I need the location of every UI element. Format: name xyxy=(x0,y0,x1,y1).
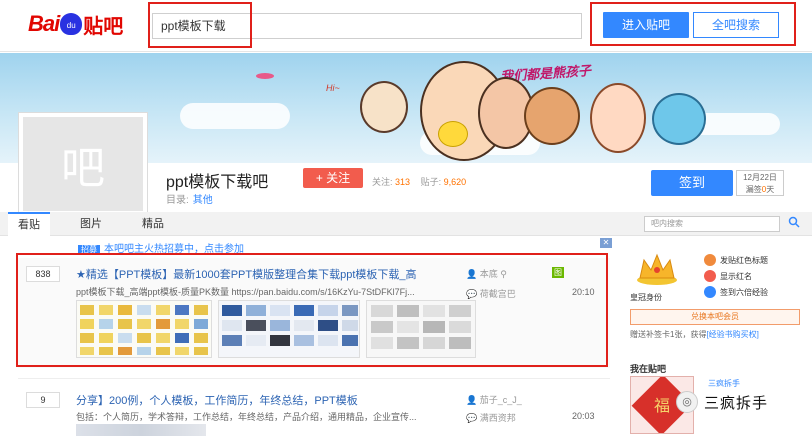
banner-speech: Hi~ xyxy=(326,83,340,93)
thread-time: 20:03 xyxy=(572,411,595,421)
follow-count: 313 xyxy=(395,177,411,187)
baidu-tieba-logo[interactable]: Bai du 贴吧 xyxy=(28,10,123,38)
ufo-icon xyxy=(256,73,274,79)
forum-catalog: 目录: 其他 xyxy=(166,191,213,206)
sign-streak-prefix: 漏签 xyxy=(745,185,762,194)
forum-stats: 关注: 313 贴子: 9,620 xyxy=(372,175,474,188)
gift-line: 赠送补签卡1张，获得[经验书购买权] xyxy=(630,329,759,340)
perk-icon xyxy=(704,270,716,282)
watermark: ◎ 三疯拆手 xyxy=(676,387,806,417)
catalog-label: 目录: xyxy=(166,195,189,206)
duck-toy xyxy=(438,121,468,147)
author-icon: 👤 xyxy=(466,395,478,405)
paw-icon: du xyxy=(60,13,83,35)
posts-count-label: 贴子: xyxy=(420,177,442,187)
my-tieba-title: 我在贴吧 xyxy=(630,364,667,374)
last-reply-name: 满西资邦 xyxy=(479,413,516,423)
tab-images[interactable]: 图片 xyxy=(70,212,112,236)
perk-icon xyxy=(704,286,716,298)
close-icon[interactable]: ✕ xyxy=(600,238,612,248)
last-reply[interactable]: 💬 满西资邦 xyxy=(466,411,516,424)
blurred-thumbnail xyxy=(76,424,206,436)
crown-icon xyxy=(637,253,677,285)
logo-bai: Bai xyxy=(28,11,60,36)
sign-in-button[interactable]: 签到 xyxy=(651,170,733,196)
gift-link[interactable]: [经验书购买权] xyxy=(706,330,758,339)
forum-avatar[interactable]: 吧 xyxy=(18,112,148,216)
sign-date: 12月22日 xyxy=(743,173,777,182)
perk-item: 显示红名 xyxy=(704,270,752,282)
sign-streak: 漏签0天 xyxy=(737,184,783,196)
cartoon-character xyxy=(652,93,706,145)
thread-title[interactable]: 分享】200例，个人模板，工作简历，年终总结，PPT模板 xyxy=(76,392,456,408)
follow-button[interactable]: + 关注 xyxy=(303,168,363,188)
search-icon[interactable] xyxy=(788,216,802,232)
perk-item: 发贴红色标题 xyxy=(704,254,768,266)
tieba-page: Bai du 贴吧 ppt模板下载 进入贴吧 全吧搜索 我们都是熊孩子 Hi~ … xyxy=(0,0,812,436)
posts-count: 9,620 xyxy=(443,177,467,187)
sign-streak-suffix: 天 xyxy=(766,185,775,194)
perk-label: 发贴红色标题 xyxy=(720,255,768,265)
crown-caption: 皇冠身份 xyxy=(630,293,662,302)
perk-icon xyxy=(704,254,716,266)
thread-desc: 包括：个人简历，学术答辩，工作总结，年终总结，产品介绍，通用精品，企业宣传... xyxy=(76,412,417,422)
cartoon-character xyxy=(524,87,580,145)
wechat-icon: ◎ xyxy=(676,391,698,413)
redeem-member-button[interactable]: 兑换本吧会员 xyxy=(630,309,800,325)
perk-label: 显示红名 xyxy=(720,271,752,281)
thread-author[interactable]: 👤 茄子_c_J_ xyxy=(466,393,522,406)
follow-count-label: 关注: xyxy=(372,177,393,187)
gift-text: 赠送补签卡1张，获得 xyxy=(630,330,707,339)
cartoon-character xyxy=(590,83,646,153)
tab-posts[interactable]: 看贴 xyxy=(8,212,50,236)
thread-divider xyxy=(18,378,610,379)
cloud xyxy=(180,103,290,129)
svg-text:福: 福 xyxy=(654,396,670,415)
perk-item: 签到六倍经验 xyxy=(704,286,768,298)
perk-label: 签到六倍经验 xyxy=(720,287,768,297)
tab-featured[interactable]: 精品 xyxy=(132,212,174,236)
logo-tieba: 贴吧 xyxy=(83,15,124,38)
sign-date-box: 12月22日 漏签0天 xyxy=(736,170,784,196)
watermark-text: 三疯拆手 xyxy=(704,394,769,412)
forum-search-input[interactable]: 吧内搜索 xyxy=(644,216,780,232)
reply-icon: 💬 xyxy=(466,413,478,423)
catalog-link[interactable]: 其他 xyxy=(193,195,213,206)
highlight-thread-box xyxy=(16,253,608,367)
highlight-buttons-box xyxy=(590,2,796,46)
highlight-search-box xyxy=(148,2,252,48)
forum-avatar-image: 吧 xyxy=(23,117,143,211)
reply-count: 9 xyxy=(26,392,60,408)
cartoon-character xyxy=(360,81,408,133)
author-name: 茄子_c_J_ xyxy=(479,395,522,405)
forum-name[interactable]: ppt模板下载吧 xyxy=(166,168,268,192)
